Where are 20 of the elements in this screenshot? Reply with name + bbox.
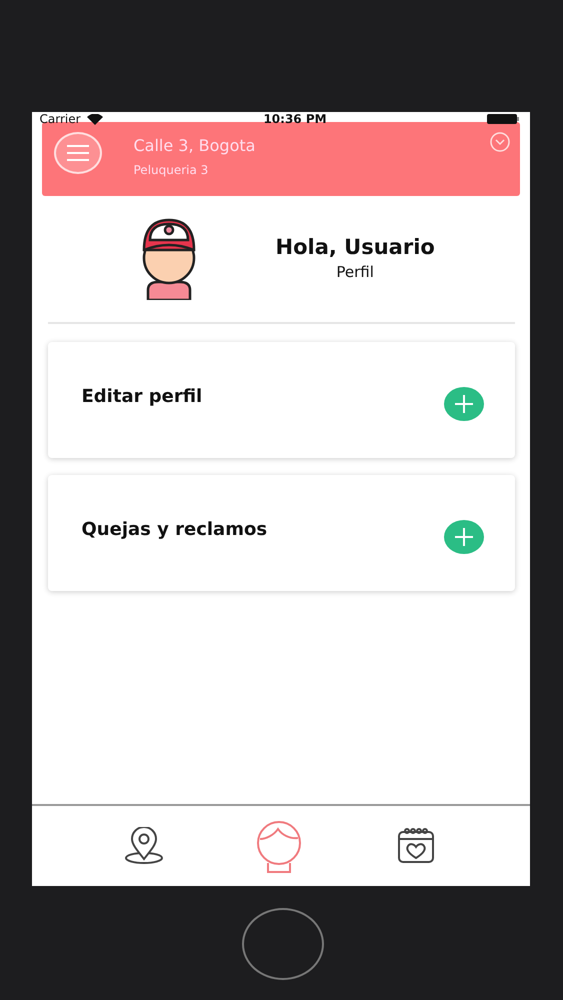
greeting-text: Hola, Usuario <box>276 235 435 259</box>
nav-tab[interactable] <box>124 827 164 865</box>
plus-icon <box>454 528 472 546</box>
card-label: Editar perfil <box>82 386 202 406</box>
menu-button[interactable] <box>54 132 102 174</box>
menu-icon <box>66 145 88 161</box>
header-title: Calle 3, Bogota <box>134 136 256 155</box>
header-subtitle: Peluqueria 3 <box>134 163 210 177</box>
menu-card[interactable]: Editar perfil <box>48 342 514 458</box>
profile-subtitle: Perfil <box>336 263 374 281</box>
plus-icon <box>454 395 472 413</box>
menu-card[interactable]: Quejas y reclamos <box>48 475 514 591</box>
add-button[interactable] <box>444 520 484 554</box>
chevron-down-icon[interactable] <box>490 132 510 152</box>
add-button[interactable] <box>444 387 484 421</box>
battery-icon <box>487 114 520 124</box>
card-label: Quejas y reclamos <box>82 518 268 540</box>
location-pin-icon <box>124 827 164 865</box>
wifi-icon <box>86 114 103 124</box>
home-button[interactable] <box>242 908 324 980</box>
